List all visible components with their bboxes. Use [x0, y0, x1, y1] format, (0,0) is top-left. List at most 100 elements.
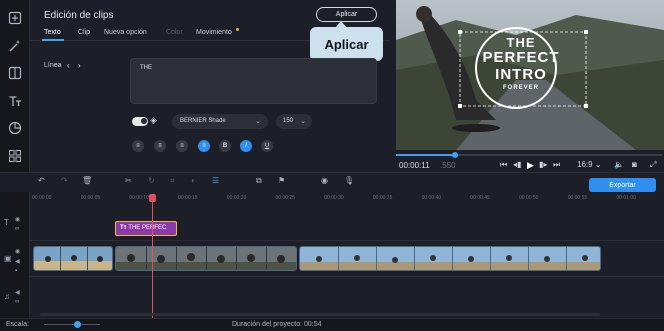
clip-thumbnails [116, 247, 296, 270]
title-clip[interactable]: Tт THE PERFEC [115, 221, 177, 236]
aspect-ratio-select[interactable]: 16:9 ⌄ [577, 160, 602, 169]
align-left-icon[interactable]: ≡ [132, 140, 144, 152]
title-clip-label: THE PERFEC [128, 225, 167, 231]
more-tools-icon[interactable] [5, 146, 25, 166]
visibility-icon[interactable]: ◉ [15, 216, 20, 223]
skip-back-icon[interactable]: ⏮ [500, 160, 507, 170]
project-duration: Duración del proyecto: 00:54 [232, 321, 322, 328]
apply-button[interactable]: Aplicar [316, 7, 377, 22]
ruler-tick-label: 00:00:05 [80, 195, 101, 201]
lock-icon[interactable]: ▪ [15, 268, 17, 274]
chevron-left-icon[interactable]: ‹ [67, 61, 70, 70]
chevron-right-icon[interactable]: › [78, 61, 81, 70]
ruler-tick-label: 00:00:00 [32, 195, 52, 201]
playhead-handle[interactable] [149, 194, 156, 202]
tab-text[interactable]: Texto [44, 29, 61, 36]
snapshot-icon[interactable]: ◙ [632, 160, 637, 169]
scale-slider[interactable] [44, 324, 100, 325]
clip-editor-panel: Edición de clips Texto Clip Nueva opción… [30, 0, 420, 172]
visibility-icon[interactable]: ◉ [15, 248, 20, 255]
video-clip[interactable] [115, 246, 297, 271]
step-back-icon[interactable]: ◂▮ [513, 160, 521, 169]
chevron-down-icon: ⌄ [255, 118, 261, 125]
stickers-icon[interactable] [5, 118, 25, 138]
fullscreen-icon[interactable]: ⤢ [650, 160, 656, 170]
mute-icon[interactable]: ◀ [15, 258, 20, 265]
clip-thumbnails [300, 247, 600, 270]
tab-clip[interactable]: Clip [78, 29, 90, 36]
playback-progress-fill [396, 154, 455, 156]
bold-icon[interactable]: B [219, 140, 231, 152]
microphone-icon[interactable]: 🎙 [344, 176, 354, 185]
ruler-tick-label: 00:00:55 [567, 195, 588, 201]
track-divider [30, 240, 664, 241]
link-icon[interactable]: ∞ [15, 226, 19, 232]
ruler-tick-label: 00:00:35 [372, 195, 393, 201]
italic-icon[interactable]: I [240, 140, 252, 152]
video-clip[interactable] [299, 246, 601, 271]
active-tab-indicator [42, 39, 64, 41]
paint-bucket-icon[interactable]: ◈ [150, 115, 157, 126]
mute-icon[interactable]: ◀ [15, 289, 20, 296]
tab-motion[interactable]: Movimiento [196, 29, 232, 36]
ruler-tick-label: 00:00:15 [178, 195, 198, 201]
tab-new-option[interactable]: Nueva opción [104, 29, 147, 36]
ruler-tick-label: 00:00:25 [275, 195, 295, 201]
text-fill-toggle[interactable] [132, 117, 148, 126]
delete-icon[interactable]: 🗑 [82, 176, 92, 185]
chevron-down-icon: ⌄ [300, 118, 306, 125]
location-icon[interactable]: ◉ [321, 176, 328, 185]
color-adjust-icon: ◐ [191, 176, 196, 185]
step-forward-icon[interactable]: ▮▸ [539, 160, 547, 169]
link-icon[interactable]: ∞ [15, 299, 19, 305]
scale-slider-knob[interactable] [74, 321, 81, 328]
undo-icon[interactable]: ↶ [38, 176, 45, 185]
transitions-icon[interactable] [5, 63, 25, 83]
track-headers: T ◉ ∞ ▣ ◉ ◀ ▪ ♫ ◀ ∞ [0, 192, 30, 318]
export-button[interactable]: Exportar [589, 178, 656, 192]
current-time: 00:00:11 [399, 161, 430, 170]
cut-icon[interactable]: ✂ [125, 176, 132, 185]
font-select-value: BERNIER Shade [180, 118, 226, 124]
font-size-select[interactable]: 150 ⌄ [276, 114, 312, 129]
marker-flag-icon[interactable]: ⚑ [278, 176, 285, 185]
clip-properties-icon[interactable]: ☰ [212, 176, 219, 185]
rotate-icon: ↻ [148, 176, 155, 185]
current-time-frames: .550 [440, 161, 456, 170]
panel-title: Edición de clips [44, 10, 114, 21]
ruler-tick-label: 00:00:45 [470, 195, 490, 201]
skip-forward-icon[interactable]: ⏭ [553, 160, 560, 170]
timeline-scrollbar[interactable] [40, 313, 600, 316]
ruler-tick-label: 00:00:30 [324, 195, 344, 201]
video-preview[interactable]: THE PERFECT INTRO FOREVER [396, 0, 664, 150]
ruler-tick-label: 00:01:00 [616, 195, 636, 201]
music-track-icon: ♫ [4, 292, 10, 301]
volume-icon[interactable]: 🔈 [614, 160, 624, 169]
align-justify-icon[interactable]: ≡ [198, 140, 210, 152]
playback-progress-knob[interactable] [451, 152, 458, 158]
playhead-line [152, 196, 153, 318]
title-text-input[interactable]: THE [130, 58, 377, 104]
video-clip[interactable] [33, 246, 113, 271]
scale-label: Escala: [6, 321, 29, 328]
aspect-ratio-value: 16:9 [577, 160, 593, 169]
track-divider [30, 276, 664, 277]
redo-icon: ↷ [61, 176, 68, 185]
text-track-icon: T [4, 218, 9, 227]
align-right-icon[interactable]: ≡ [176, 140, 188, 152]
underline-icon[interactable]: U [261, 140, 273, 152]
app-window: Edición de clips Texto Clip Nueva opción… [0, 0, 664, 331]
titles-icon[interactable] [5, 91, 25, 111]
video-track-icon: ▣ [4, 254, 12, 263]
overlay-icon[interactable]: ⧉ [256, 176, 262, 186]
line-label: Línea [44, 62, 62, 69]
align-center-icon[interactable]: ≡ [154, 140, 166, 152]
ruler-tick-label: 00:00:40 [421, 195, 442, 201]
import-icon[interactable] [5, 8, 25, 28]
font-select[interactable]: BERNIER Shade ⌄ [172, 114, 268, 129]
magic-wand-icon[interactable] [5, 36, 25, 56]
play-icon[interactable]: ▶ [527, 160, 534, 171]
title-text-value: THE [140, 65, 152, 71]
overlay-line-4: FOREVER [502, 85, 539, 91]
ruler-tick-label: 00:00:20 [226, 195, 247, 201]
